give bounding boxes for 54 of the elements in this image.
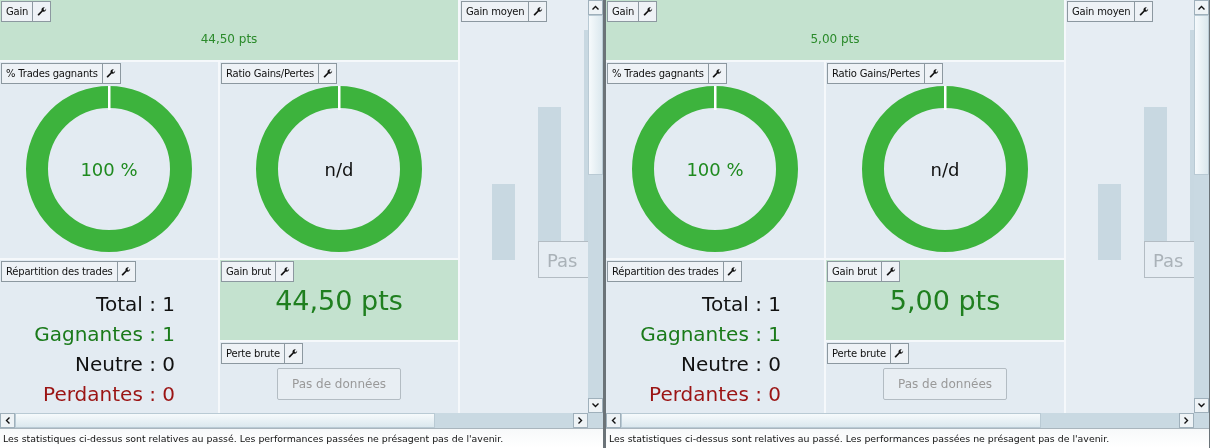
donut-value: n/d [929, 158, 961, 180]
trade-count: Total : 1 [96, 290, 175, 318]
donut-value: n/d [323, 158, 355, 180]
donut-value: 100 % [685, 158, 745, 180]
disclaimer-text: Les statistiques ci-dessus sont relatives au passé. Les performances passées ne présagent pas de l'avenir. [3, 433, 504, 444]
panel-title: Ratio Gains/Pertes [225, 67, 316, 81]
panel-title: Gain brut [225, 265, 273, 279]
wrench-icon [106, 68, 117, 79]
horizontal-scrollbar[interactable] [0, 413, 603, 428]
wrench-icon [121, 266, 132, 277]
no-data-label: Pas [538, 241, 588, 278]
panel-title: Répartition des trades [611, 265, 720, 279]
no-data-button[interactable]: Pas de données [882, 368, 1008, 400]
panel-title: Gain moyen [1071, 5, 1132, 19]
wrench-icon [885, 266, 896, 277]
panel-title: Gain [5, 5, 30, 19]
no-data-label: Pas [1144, 241, 1194, 278]
wrench-icon [322, 68, 333, 79]
panel-title: Perte brute [831, 347, 887, 361]
gross-gain-value: 44,50 pts [275, 284, 403, 316]
panel-title: Répartition des trades [5, 265, 114, 279]
vertical-scrollbar[interactable] [1194, 0, 1209, 413]
trade-count: Perdantes : 0 [43, 380, 175, 408]
panel-title: Ratio Gains/Pertes [831, 67, 922, 81]
horizontal-scrollbar[interactable] [606, 413, 1209, 428]
wrench-icon [894, 348, 905, 359]
vertical-scrollbar[interactable] [588, 0, 603, 413]
trade-count: Neutre : 0 [74, 350, 175, 378]
wrench-icon [727, 266, 738, 277]
wrench-icon [1138, 6, 1149, 17]
wrench-icon [279, 266, 290, 277]
panel-title: % Trades gagnants [5, 67, 99, 81]
panel-title: Perte brute [225, 347, 281, 361]
trade-count: Gagnantes : 1 [34, 320, 175, 348]
disclaimer-text: Les statistiques ci-dessus sont relatives au passé. Les performances passées ne présagent pas de l'avenir. [609, 433, 1110, 444]
panel-title: Gain brut [831, 265, 879, 279]
no-data-button[interactable]: Pas de données [276, 368, 402, 400]
wrench-icon [36, 6, 47, 17]
panel-title: Gain [611, 5, 636, 19]
wrench-icon [532, 6, 543, 17]
wrench-icon [288, 348, 299, 359]
wrench-icon [928, 68, 939, 79]
trade-count: Perdantes : 0 [649, 380, 781, 408]
wrench-icon [642, 6, 653, 17]
trade-count: Neutre : 0 [680, 350, 781, 378]
gain-value: 5,00 pts [810, 32, 860, 46]
panel-title: Gain moyen [465, 5, 526, 19]
panel-title: % Trades gagnants [611, 67, 705, 81]
trade-count: Gagnantes : 1 [640, 320, 781, 348]
gross-gain-value: 5,00 pts [889, 284, 1001, 316]
donut-value: 100 % [79, 158, 139, 180]
trade-count: Total : 1 [702, 290, 781, 318]
wrench-icon [712, 68, 723, 79]
gain-value: 44,50 pts [200, 32, 258, 46]
